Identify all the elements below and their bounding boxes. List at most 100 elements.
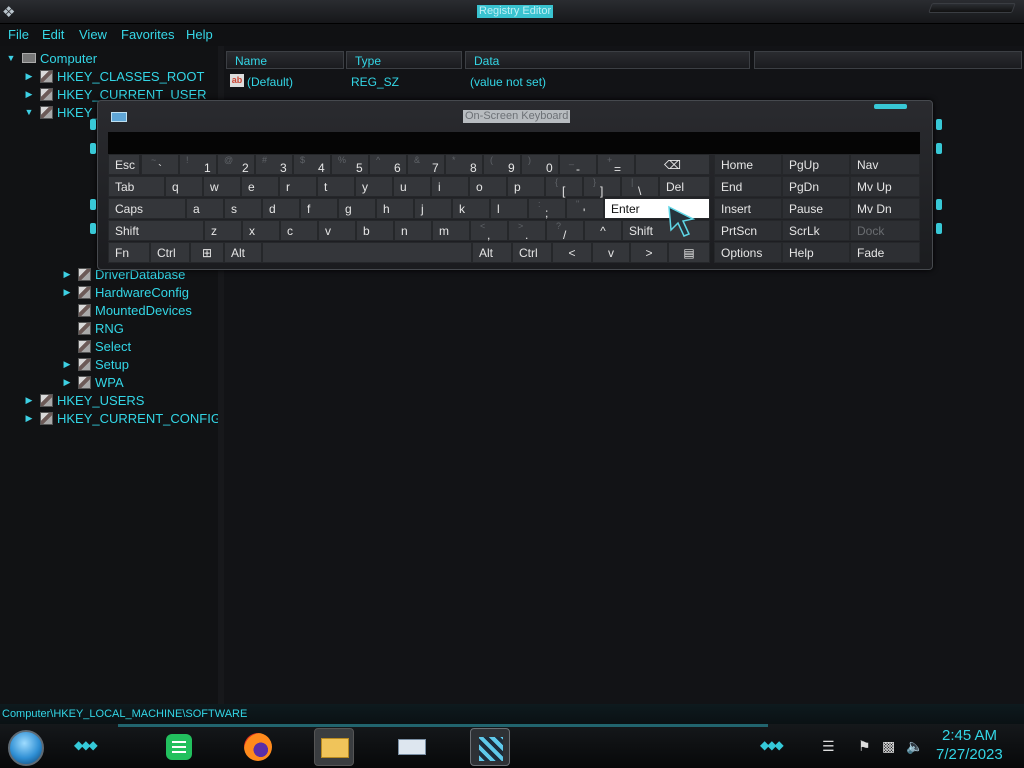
expand-icon[interactable]: ▶ xyxy=(62,358,72,370)
collapse-icon[interactable]: ▼ xyxy=(6,52,16,64)
key[interactable]: {[ xyxy=(545,176,583,198)
key[interactable]: >. xyxy=(508,220,546,242)
column-name[interactable]: Name xyxy=(226,51,344,69)
key-k[interactable]: k xyxy=(452,198,490,219)
key-u[interactable]: u xyxy=(393,176,431,197)
key-caps[interactable]: Caps xyxy=(108,198,186,219)
key-pgup[interactable]: PgUp xyxy=(782,154,850,175)
expand-icon[interactable]: ▶ xyxy=(62,286,72,298)
key[interactable]: " ' xyxy=(566,198,604,220)
key-shift[interactable]: Shift xyxy=(108,220,204,241)
key-z[interactable]: z xyxy=(204,220,242,241)
key-insert[interactable]: Insert xyxy=(714,198,782,219)
menu-key-icon[interactable]: ▤ xyxy=(668,242,710,263)
key-mv-dn[interactable]: Mv Dn xyxy=(850,198,920,219)
key[interactable]: ~ ` xyxy=(141,154,179,176)
key-i[interactable]: i xyxy=(431,176,469,197)
key-m[interactable]: m xyxy=(432,220,470,241)
key-j[interactable]: j xyxy=(414,198,452,219)
key-esc[interactable]: Esc xyxy=(108,154,140,175)
firefox-icon[interactable] xyxy=(238,728,278,766)
key[interactable]: _ - xyxy=(559,154,597,176)
tree-item[interactable]: Select xyxy=(62,337,131,355)
registry-editor-app-icon[interactable]: ❖ xyxy=(2,3,15,21)
expand-icon[interactable]: ▶ xyxy=(24,412,34,424)
spacebar[interactable] xyxy=(262,242,472,263)
key-t[interactable]: t xyxy=(317,176,355,197)
tree-item[interactable]: ▶ WPA xyxy=(62,373,124,391)
key-mv-up[interactable]: Mv Up xyxy=(850,176,920,197)
start-button[interactable] xyxy=(8,730,44,766)
column-data[interactable]: Data xyxy=(465,51,750,69)
key-1[interactable]: ! 1 xyxy=(179,154,217,175)
tree-item[interactable]: ▶ HKEY_CURRENT_CONFIG xyxy=(24,409,221,427)
key-tab[interactable]: Tab xyxy=(108,176,165,197)
key[interactable]: ? / xyxy=(546,220,584,242)
key-6[interactable]: ^ 6 xyxy=(369,154,407,175)
key[interactable]: <, xyxy=(470,220,508,242)
key[interactable]: | \ xyxy=(621,176,659,198)
tree-item[interactable]: MountedDevices xyxy=(62,301,192,319)
key-alt[interactable]: Alt xyxy=(472,242,512,263)
flag-icon[interactable]: ⚑ xyxy=(858,738,871,755)
backspace-icon[interactable]: ⌫ xyxy=(635,154,710,175)
key-pause[interactable]: Pause xyxy=(782,198,850,219)
menu-view[interactable]: View xyxy=(79,27,107,42)
menu-help[interactable]: Help xyxy=(186,27,213,42)
network-icon[interactable]: ▩ xyxy=(882,738,895,755)
key-fade[interactable]: Fade xyxy=(850,242,920,263)
key-help[interactable]: Help xyxy=(782,242,850,263)
key-3[interactable]: #3 xyxy=(255,154,293,175)
key-nav[interactable]: Nav xyxy=(850,154,920,175)
key-c[interactable]: c xyxy=(280,220,318,241)
expand-icon[interactable]: ▶ xyxy=(62,376,72,388)
key-dock[interactable]: Dock xyxy=(850,220,920,241)
tree-item[interactable]: RNG xyxy=(62,319,124,337)
tree-item-computer[interactable]: ▼ Computer xyxy=(6,49,98,67)
key-ctrl[interactable]: Ctrl xyxy=(150,242,190,263)
window-controls-decoration[interactable] xyxy=(928,3,1016,13)
key-5[interactable]: % 5 xyxy=(331,154,369,175)
key-w[interactable]: w xyxy=(203,176,241,197)
key-n[interactable]: n xyxy=(394,220,432,241)
tree-item[interactable]: ▶ Setup xyxy=(62,355,129,373)
menu-edit[interactable]: Edit xyxy=(42,27,64,42)
key-ctrl[interactable]: Ctrl xyxy=(512,242,552,263)
key-p[interactable]: p xyxy=(507,176,545,197)
key-s[interactable]: s xyxy=(224,198,262,219)
key-2[interactable]: @2 xyxy=(217,154,255,175)
key-h[interactable]: h xyxy=(376,198,414,219)
windows-icon[interactable]: ⊞ xyxy=(190,242,224,263)
on-screen-keyboard[interactable]: On-Screen Keyboard Esc ~ `! 1 @2 #3 $4% 5 ^ 6 & 7 * 8… xyxy=(90,100,942,270)
expand-icon[interactable]: ▶ xyxy=(24,70,34,82)
key-o[interactable]: o xyxy=(469,176,507,197)
key-e[interactable]: e xyxy=(241,176,279,197)
expand-icon[interactable]: ▶ xyxy=(24,394,34,406)
show-hidden-icons-icon[interactable]: ☰ xyxy=(822,738,835,755)
volume-icon[interactable]: 🔈 xyxy=(906,738,923,755)
key[interactable]: :; xyxy=(528,198,566,220)
key[interactable]: + = xyxy=(597,154,635,176)
key[interactable]: }] xyxy=(583,176,621,198)
menu-file[interactable]: File xyxy=(8,27,29,42)
arrow-left-icon[interactable]: < xyxy=(552,242,592,263)
key-del[interactable]: Del xyxy=(659,176,710,197)
key-v[interactable]: v xyxy=(318,220,356,241)
expand-icon[interactable]: ▶ xyxy=(62,268,72,280)
key-y[interactable]: y xyxy=(355,176,393,197)
arrow-up-icon[interactable]: ^ xyxy=(584,220,622,241)
key-end[interactable]: End xyxy=(714,176,782,197)
registry-editor-icon[interactable] xyxy=(470,728,510,766)
key-8[interactable]: * 8 xyxy=(445,154,483,175)
key-options[interactable]: Options xyxy=(714,242,782,263)
key-fn[interactable]: Fn xyxy=(108,242,150,263)
clock-date[interactable]: 7/27/2023 xyxy=(936,746,1003,763)
key-l[interactable]: l xyxy=(490,198,528,219)
tree-item[interactable]: ▶ HardwareConfig xyxy=(62,283,189,301)
column-type[interactable]: Type xyxy=(346,51,462,69)
tree-item[interactable]: ▶ HKEY_USERS xyxy=(24,391,145,409)
arrow-down-icon[interactable]: v xyxy=(592,242,630,263)
key-4[interactable]: $4 xyxy=(293,154,331,175)
expand-icon[interactable]: ▶ xyxy=(24,88,34,100)
key-pgdn[interactable]: PgDn xyxy=(782,176,850,197)
